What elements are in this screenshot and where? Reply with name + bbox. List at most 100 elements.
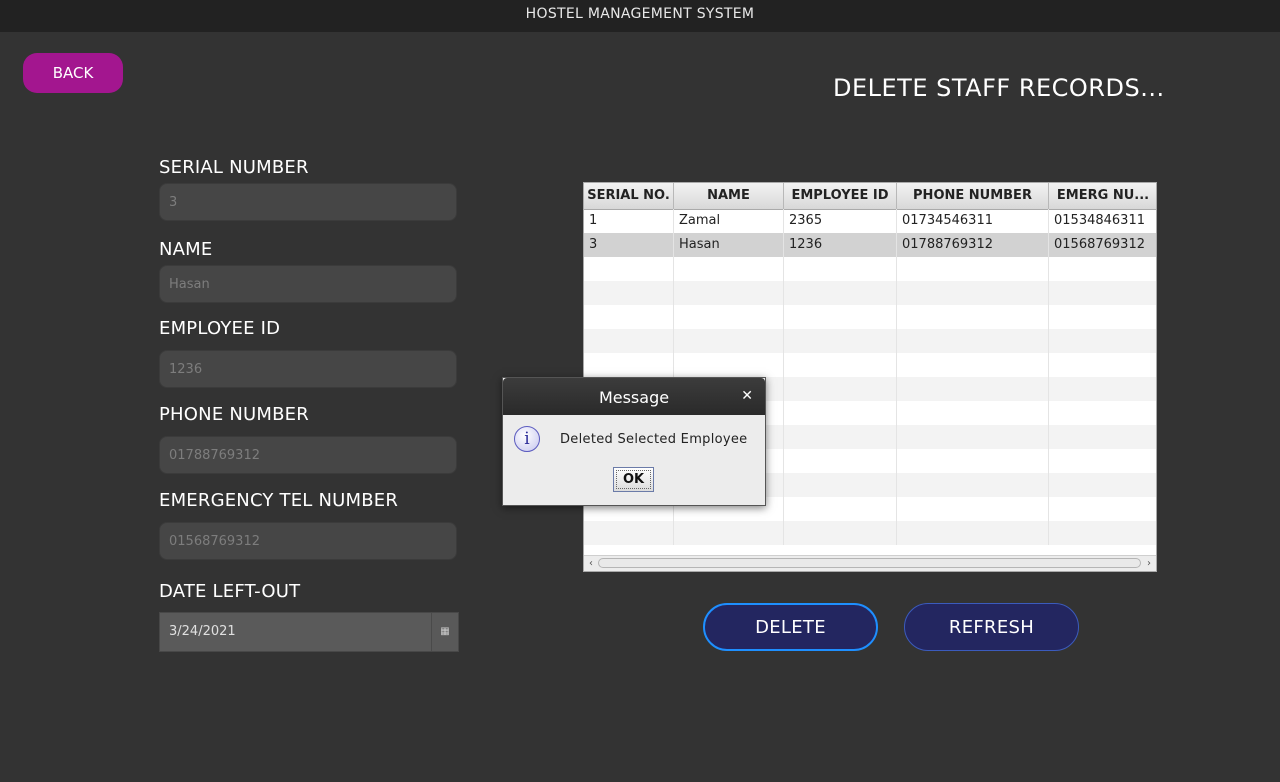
cell-empty [1049, 377, 1156, 401]
cell-name: Zamal [674, 209, 784, 233]
cell-empty [897, 281, 1049, 305]
cell-empty [784, 521, 897, 545]
cell-empty [1049, 257, 1156, 281]
window-title: HOSTEL MANAGEMENT SYSTEM [0, 0, 1280, 32]
table-row-empty [584, 305, 1156, 329]
scrollbar-thumb[interactable] [598, 558, 1141, 568]
cell-empty [674, 329, 784, 353]
cell-empty [674, 257, 784, 281]
cell-empty [584, 329, 674, 353]
cell-empty [1049, 521, 1156, 545]
cell-empty [897, 497, 1049, 521]
column-header-serial[interactable]: SERIAL NO. [584, 183, 674, 209]
cell-empty [1049, 425, 1156, 449]
cell-empty [897, 401, 1049, 425]
cell-empty [784, 329, 897, 353]
refresh-button[interactable]: REFRESH [904, 603, 1079, 651]
cell-empty [784, 425, 897, 449]
column-header-employee-id[interactable]: EMPLOYEE ID [784, 183, 897, 209]
message-dialog: Message ✕ i Deleted Selected Employee OK [502, 377, 766, 506]
table-header: SERIAL NO. NAME EMPLOYEE ID PHONE NUMBER… [584, 183, 1156, 210]
cell-empty [584, 353, 674, 377]
cell-empty [784, 401, 897, 425]
name-field[interactable]: Hasan [159, 265, 457, 303]
column-header-name[interactable]: NAME [674, 183, 784, 209]
horizontal-scrollbar[interactable]: ‹ › [584, 555, 1156, 571]
cell-empty [784, 305, 897, 329]
cell-empty [1049, 329, 1156, 353]
cell-empty [674, 305, 784, 329]
column-header-phone[interactable]: PHONE NUMBER [897, 183, 1049, 209]
phone-number-field[interactable]: 01788769312 [159, 436, 457, 474]
cell-empty [584, 257, 674, 281]
cell-empty [784, 281, 897, 305]
cell-employee-id: 2365 [784, 209, 897, 233]
serial-number-field[interactable]: 3 [159, 183, 457, 221]
phone-number-label: PHONE NUMBER [159, 404, 309, 425]
page-title: DELETE STAFF RECORDS... [833, 74, 1165, 102]
chevron-left-icon[interactable]: ‹ [584, 556, 598, 571]
date-left-out-value: 3/24/2021 [169, 624, 236, 639]
cell-serial: 1 [584, 209, 674, 233]
cell-empty [1049, 449, 1156, 473]
cell-empty [897, 449, 1049, 473]
ok-button[interactable]: OK [613, 467, 654, 492]
cell-empty [1049, 281, 1156, 305]
cell-empty [1049, 305, 1156, 329]
cell-phone: 01734546311 [897, 209, 1049, 233]
cell-empty [897, 425, 1049, 449]
serial-number-label: SERIAL NUMBER [159, 157, 309, 178]
cell-empty [784, 377, 897, 401]
dialog-title-bar[interactable]: Message ✕ [503, 378, 765, 415]
cell-empty [584, 281, 674, 305]
table-row-empty [584, 281, 1156, 305]
cell-empty [897, 305, 1049, 329]
cell-empty [674, 281, 784, 305]
table-row-selected[interactable]: 3 Hasan 1236 01788769312 01568769312 [584, 233, 1156, 257]
cell-employee-id: 1236 [784, 233, 897, 257]
cell-empty [784, 449, 897, 473]
calendar-icon[interactable]: ▦ [431, 613, 458, 651]
cell-empty [584, 521, 674, 545]
dialog-message: Deleted Selected Employee [560, 432, 748, 447]
employee-id-field[interactable]: 1236 [159, 350, 457, 388]
cell-empty [897, 377, 1049, 401]
cell-empty [897, 257, 1049, 281]
cell-empty [784, 473, 897, 497]
name-label: NAME [159, 239, 213, 260]
date-left-out-label: DATE LEFT-OUT [159, 581, 301, 602]
emergency-tel-label: EMERGENCY TEL NUMBER [159, 490, 399, 511]
table-row-empty [584, 329, 1156, 353]
cell-empty [584, 305, 674, 329]
emergency-tel-field[interactable]: 01568769312 [159, 522, 457, 560]
cell-name: Hasan [674, 233, 784, 257]
dialog-title: Message [598, 388, 670, 407]
cell-empty [784, 497, 897, 521]
cell-emergency: 01568769312 [1049, 233, 1156, 257]
cell-serial: 3 [584, 233, 674, 257]
cell-emergency: 01534846311 [1049, 209, 1156, 233]
chevron-right-icon[interactable]: › [1142, 556, 1156, 571]
column-header-emergency[interactable]: EMERG NU... [1049, 183, 1156, 209]
cell-empty [897, 521, 1049, 545]
delete-button[interactable]: DELETE [703, 603, 878, 651]
cell-empty [674, 353, 784, 377]
cell-empty [784, 353, 897, 377]
cell-empty [784, 257, 897, 281]
close-icon[interactable]: ✕ [741, 378, 753, 415]
table-row-empty [584, 257, 1156, 281]
cell-empty [897, 353, 1049, 377]
date-left-out-field[interactable]: 3/24/2021 ▦ [159, 612, 459, 652]
cell-empty [897, 329, 1049, 353]
cell-empty [1049, 401, 1156, 425]
employee-id-label: EMPLOYEE ID [159, 318, 281, 339]
back-button[interactable]: BACK [23, 53, 123, 93]
table-row-empty [584, 353, 1156, 377]
table-row-empty [584, 521, 1156, 545]
cell-empty [1049, 473, 1156, 497]
cell-empty [897, 473, 1049, 497]
table-row[interactable]: 1 Zamal 2365 01734546311 01534846311 [584, 209, 1156, 233]
info-icon: i [514, 426, 540, 452]
cell-empty [674, 521, 784, 545]
cell-empty [1049, 353, 1156, 377]
